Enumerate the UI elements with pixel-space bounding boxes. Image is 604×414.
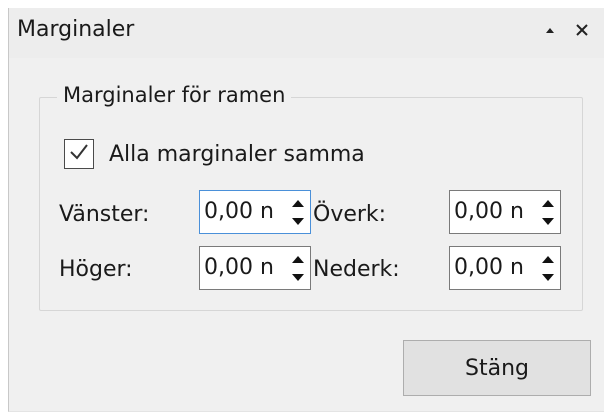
bottom-margin-label: Nederk: [313,257,400,282]
float-button[interactable] [536,16,564,44]
top-margin-spinbox[interactable]: 0,00 n [449,190,561,234]
left-margin-spinbox[interactable]: 0,00 n [199,190,311,234]
close-window-button[interactable] [568,16,596,44]
left-margin-label: Vänster: [59,202,150,227]
bottom-margin-value[interactable]: 0,00 n [454,255,524,280]
bottom-margin-spinbox[interactable]: 0,00 n [449,246,561,290]
arrow-up-icon[interactable] [289,194,307,212]
arrow-down-icon[interactable] [289,212,307,230]
right-margin-label: Höger: [59,257,133,282]
arrow-down-icon[interactable] [289,268,307,286]
right-margin-arrows[interactable] [287,249,309,287]
arrow-down-icon[interactable] [539,212,557,230]
close-dialog-button[interactable]: Stäng [403,340,591,396]
margins-dialog: Marginaler Marginaler för ramen Alla mar… [8,8,604,412]
all-margins-same-checkbox[interactable] [64,139,94,169]
top-margin-value[interactable]: 0,00 n [454,199,524,224]
all-margins-same-label[interactable]: Alla marginaler samma [109,142,365,167]
bottom-margin-arrows[interactable] [537,249,559,287]
arrow-up-icon[interactable] [289,250,307,268]
groupbox-title: Marginaler för ramen [57,83,292,107]
title-bar[interactable]: Marginaler [9,8,604,58]
float-icon [545,26,555,34]
checkmark-icon [69,143,89,165]
window-title: Marginaler [17,17,135,42]
arrow-down-icon[interactable] [539,268,557,286]
close-icon [576,24,588,36]
top-margin-arrows[interactable] [537,193,559,231]
right-margin-value[interactable]: 0,00 n [204,255,274,280]
right-margin-spinbox[interactable]: 0,00 n [199,246,311,290]
left-margin-arrows[interactable] [287,193,309,231]
top-margin-label: Överk: [313,202,387,227]
left-margin-value[interactable]: 0,00 n [204,199,274,224]
arrow-up-icon[interactable] [539,250,557,268]
arrow-up-icon[interactable] [539,194,557,212]
